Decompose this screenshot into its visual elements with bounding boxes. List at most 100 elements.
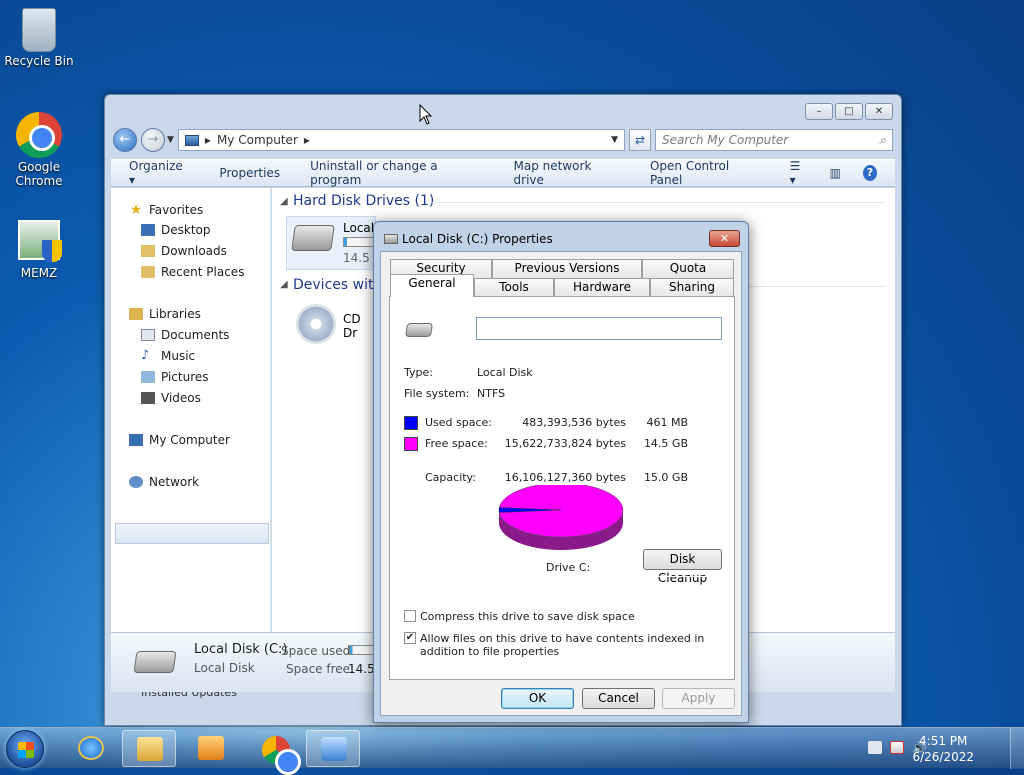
- recent-pages-dropdown[interactable]: ▼: [167, 135, 174, 145]
- properties-command[interactable]: Properties: [219, 166, 280, 180]
- drive-label-input[interactable]: [476, 317, 722, 340]
- map-network-drive-command[interactable]: Map network drive: [514, 159, 620, 187]
- recycle-bin-shortcut[interactable]: Recycle Bin: [1, 8, 77, 68]
- cd-drive-label: CD Dr: [343, 312, 361, 340]
- taskbar-media-player[interactable]: [184, 730, 238, 767]
- nav-pictures[interactable]: Pictures: [141, 370, 209, 384]
- nav-recent-places[interactable]: Recent Places: [141, 265, 244, 279]
- type-label: Type:: [404, 366, 433, 379]
- cancel-button[interactable]: Cancel: [582, 688, 655, 709]
- free-space-label: Free space:: [425, 437, 488, 450]
- file-system-value: NTFS: [477, 387, 506, 400]
- star-icon: ★: [129, 202, 143, 218]
- disk-cleanup-button[interactable]: Disk Cleanup: [643, 549, 722, 585]
- documents-icon: [141, 329, 155, 341]
- installed-updates-behind: Installed Updates: [141, 692, 237, 699]
- clock[interactable]: 4:51 PM 6/26/2022: [912, 733, 974, 765]
- nav-favorites[interactable]: ★ Favorites: [129, 202, 204, 218]
- back-button[interactable]: ←: [113, 128, 137, 152]
- collapse-chevron-icon[interactable]: ◢: [280, 196, 288, 207]
- music-icon: ♪: [141, 348, 150, 363]
- compress-checkbox[interactable]: [404, 610, 416, 622]
- refresh-button[interactable]: ⇄: [629, 129, 651, 151]
- group-header-removable[interactable]: Devices with: [293, 277, 382, 293]
- address-field[interactable]: ▸ My Computer ▸ ▼: [177, 129, 625, 151]
- tab-previous-versions[interactable]: Previous Versions: [492, 259, 642, 278]
- show-desktop-button[interactable]: [1010, 728, 1024, 769]
- open-control-panel-command[interactable]: Open Control Panel: [650, 159, 760, 187]
- local-disk-label: Local: [343, 221, 375, 235]
- tab-sharing[interactable]: Sharing: [650, 278, 734, 297]
- address-dropdown-icon[interactable]: ▼: [611, 135, 618, 145]
- nav-music[interactable]: ♪ Music: [141, 349, 195, 363]
- compress-label[interactable]: Compress this drive to save disk space: [420, 610, 635, 623]
- dialog-close-button[interactable]: ✕: [709, 230, 740, 247]
- nav-documents[interactable]: Documents: [141, 328, 229, 342]
- separator: [404, 350, 722, 351]
- google-chrome-shortcut[interactable]: Google Chrome: [1, 112, 77, 188]
- free-space-swatch: [404, 437, 418, 451]
- desktop-icon: [141, 224, 155, 236]
- used-space-swatch: [404, 416, 418, 430]
- hard-disk-icon: [133, 651, 177, 673]
- breadcrumb-chevron-icon[interactable]: ▸: [205, 133, 211, 147]
- nav-videos[interactable]: Videos: [141, 391, 201, 405]
- network-icon: [129, 476, 143, 488]
- collapse-chevron-icon[interactable]: ◢: [280, 279, 288, 290]
- forward-button[interactable]: →: [141, 128, 165, 152]
- pictures-icon: [141, 371, 155, 383]
- action-center-icon[interactable]: [868, 741, 882, 754]
- index-label[interactable]: Allow files on this drive to have conten…: [420, 632, 720, 658]
- taskbar-chrome[interactable]: [248, 730, 302, 775]
- taskbar: 🔊 4:51 PM 6/26/2022: [0, 727, 1024, 775]
- tab-general[interactable]: General: [390, 274, 474, 297]
- taskbar-explorer[interactable]: [122, 730, 176, 767]
- group-header-hard-disk[interactable]: Hard Disk Drives (1): [293, 193, 434, 209]
- cd-drive-item[interactable]: CD Dr: [286, 300, 376, 350]
- change-view-icon[interactable]: ☰ ▾: [790, 159, 808, 187]
- start-button[interactable]: [6, 730, 44, 768]
- hard-disk-icon: [291, 225, 335, 251]
- mouse-cursor: [419, 104, 433, 125]
- details-drive-type: Local Disk: [194, 661, 255, 675]
- control-panel-icon: [321, 737, 347, 761]
- memz-shortcut[interactable]: MEMZ: [1, 220, 77, 280]
- help-icon[interactable]: ?: [863, 165, 877, 181]
- network-status-icon[interactable]: [890, 741, 904, 754]
- preview-pane-icon[interactable]: ▥: [830, 166, 841, 180]
- search-icon[interactable]: ⌕: [879, 133, 886, 148]
- organize-menu[interactable]: Organize ▾: [129, 159, 189, 187]
- nav-libraries[interactable]: Libraries: [129, 307, 201, 321]
- tab-hardware[interactable]: Hardware: [554, 278, 650, 297]
- maximize-button[interactable]: □: [835, 103, 863, 120]
- nav-my-computer[interactable]: My Computer: [129, 433, 230, 447]
- breadcrumb-my-computer[interactable]: My Computer: [217, 133, 298, 147]
- index-checkbox[interactable]: ✔: [404, 632, 416, 644]
- search-input[interactable]: Search My Computer ⌕: [655, 129, 893, 151]
- uninstall-program-command[interactable]: Uninstall or change a program: [310, 159, 483, 187]
- close-button[interactable]: ✕: [865, 103, 893, 120]
- general-tab-page: Type: Local Disk File system: NTFS Used …: [389, 296, 735, 680]
- nav-downloads[interactable]: Downloads: [141, 244, 227, 258]
- tab-quota[interactable]: Quota: [642, 259, 734, 278]
- memz-label: MEMZ: [20, 266, 58, 280]
- file-system-label: File system:: [404, 387, 470, 400]
- hard-disk-icon: [405, 323, 433, 337]
- folder-icon: [137, 737, 163, 761]
- details-drive-name: Local Disk (C:): [194, 642, 288, 657]
- ok-button[interactable]: OK: [501, 688, 574, 709]
- used-space-label: Used space:: [425, 416, 493, 429]
- breadcrumb-chevron-icon[interactable]: ▸: [304, 133, 310, 147]
- separator: [404, 456, 722, 457]
- taskbar-internet-explorer[interactable]: [64, 730, 118, 767]
- nav-desktop[interactable]: Desktop: [141, 223, 211, 237]
- properties-dialog: Local Disk (C:) Properties ✕ Security Pr…: [373, 221, 749, 723]
- apply-button[interactable]: Apply: [662, 688, 735, 709]
- taskbar-control-panel[interactable]: [306, 730, 360, 767]
- tab-tools[interactable]: Tools: [474, 278, 554, 297]
- separator: [404, 406, 722, 407]
- local-disk-item[interactable]: Local 14.5: [286, 216, 377, 270]
- nav-network[interactable]: Network: [129, 475, 199, 489]
- chrome-icon: [16, 112, 62, 158]
- minimize-button[interactable]: –: [805, 103, 833, 120]
